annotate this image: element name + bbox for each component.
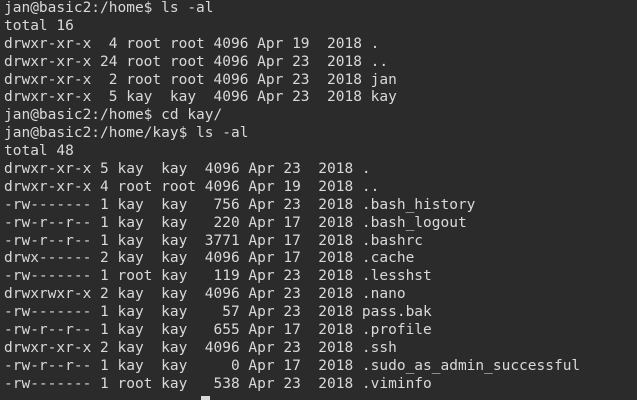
output-line: drwxr-xr-x 5 kay kay 4096 Apr 23 2018 . bbox=[4, 161, 371, 178]
prompt-line: jan@basic2:/home$ cd kay/ bbox=[4, 107, 223, 124]
terminal-window[interactable]: jan@basic2:/home$ ls -al total 16 drwxr-… bbox=[0, 0, 637, 400]
output-line: -rw-r--r-- 1 kay kay 655 Apr 17 2018 .pr… bbox=[4, 322, 432, 339]
output-line: -rw------- 1 root kay 538 Apr 23 2018 .v… bbox=[4, 375, 432, 392]
output-line: -rw-r--r-- 1 kay kay 220 Apr 17 2018 .ba… bbox=[4, 214, 467, 231]
output-line: -rw-r--r-- 1 kay kay 0 Apr 17 2018 .sudo… bbox=[4, 357, 581, 374]
output-line: drwxr-xr-x 24 root root 4096 Apr 23 2018… bbox=[4, 53, 389, 70]
output-line: drwxr-xr-x 5 kay kay 4096 Apr 23 2018 ka… bbox=[4, 89, 397, 106]
output-line: drwx------ 2 kay kay 4096 Apr 17 2018 .c… bbox=[4, 250, 415, 267]
text-cursor bbox=[201, 395, 210, 400]
output-line: -rw------- 1 kay kay 756 Apr 23 2018 .ba… bbox=[4, 196, 476, 213]
output-line: drwxr-xr-x 2 kay kay 4096 Apr 23 2018 .s… bbox=[4, 339, 397, 356]
output-line: drwxr-xr-x 4 root root 4096 Apr 19 2018 … bbox=[4, 178, 380, 195]
output-line: -rw------- 1 kay kay 57 Apr 23 2018 pass… bbox=[4, 304, 432, 321]
output-line: -rw------- 1 root kay 119 Apr 23 2018 .l… bbox=[4, 268, 432, 285]
output-line: total 48 bbox=[4, 143, 74, 160]
prompt-line: jan@basic2:/home/kay$ ls -al bbox=[4, 125, 249, 142]
prompt-line: jan@basic2:/home$ ls -al bbox=[4, 0, 214, 16]
command-input-line[interactable] bbox=[4, 394, 637, 400]
output-line: drwxrwxr-x 2 kay kay 4096 Apr 23 2018 .n… bbox=[4, 286, 406, 303]
output-line: -rw-r--r-- 1 kay kay 3771 Apr 17 2018 .b… bbox=[4, 232, 424, 249]
output-line: drwxr-xr-x 4 root root 4096 Apr 19 2018 … bbox=[4, 35, 380, 52]
output-line: drwxr-xr-x 2 root root 4096 Apr 23 2018 … bbox=[4, 71, 397, 88]
output-line: total 16 bbox=[4, 17, 74, 34]
